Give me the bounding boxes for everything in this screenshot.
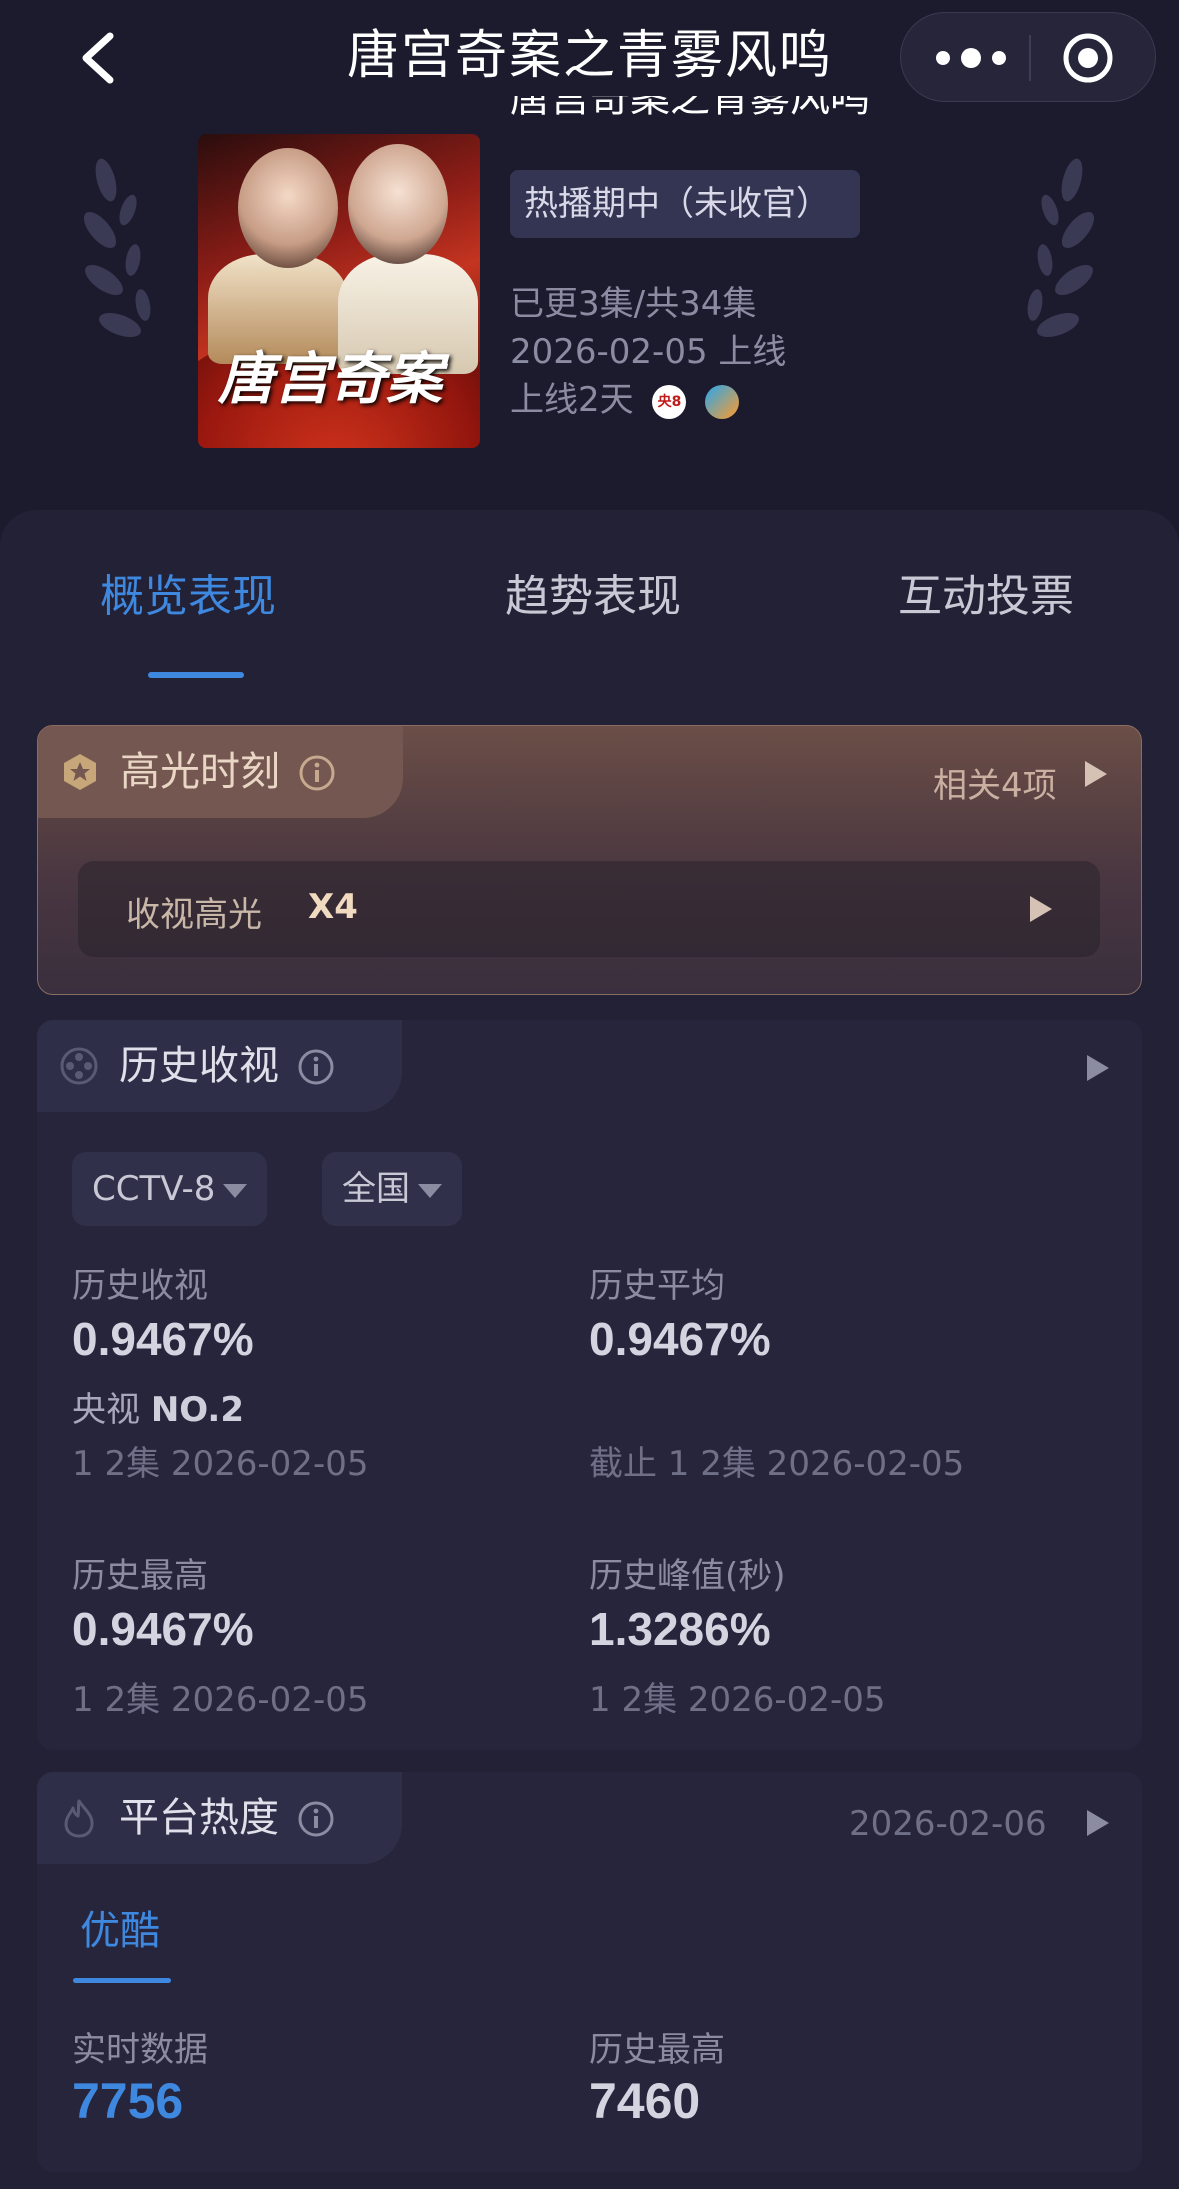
stat-sub: 截止 1 2集 2026-02-05 (589, 1444, 965, 1484)
flame-icon (64, 1799, 94, 1838)
poster-face-right (348, 144, 448, 264)
episode-count: 已更3集/共34集 (510, 284, 757, 324)
star-badge-icon (64, 754, 96, 790)
stat-value: 0.9467% (72, 1603, 254, 1655)
more-dots-icon[interactable] (931, 43, 1011, 73)
stat-value: 0.9467% (72, 1313, 254, 1365)
show-title: 唐宫奇案之青雾风鸣 (510, 96, 870, 121)
info-icon[interactable] (298, 754, 336, 792)
stat-sub: 1 2集 2026-02-05 (72, 1680, 369, 1720)
stat-label: 历史峰值(秒) (589, 1556, 786, 1596)
history-rating-card: 历史收视 CCTV-8 全国 历史收视 0.9467% 央视 NO.2 1 2集… (37, 1020, 1142, 1750)
target-icon[interactable] (1061, 31, 1115, 85)
highlight-item-count: X4 (308, 887, 358, 927)
highlight-related-link[interactable]: 相关4项 (933, 758, 1057, 807)
poster-title: 唐宫奇案 (218, 346, 442, 412)
play-arrow-icon (1030, 896, 1052, 922)
youku-icon (705, 384, 740, 419)
show-poster[interactable]: 唐宫奇案 (198, 134, 480, 448)
mini-program-capsule (900, 12, 1156, 102)
laurel-right-icon (1027, 158, 1095, 338)
channel-select[interactable]: CCTV-8 (72, 1152, 268, 1226)
stat-label: 实时数据 (72, 2030, 208, 2070)
region-select-value: 全国 (342, 1169, 410, 1209)
tab-active-indicator (148, 672, 244, 678)
history-title: 历史收视 (119, 1043, 279, 1089)
poster-face-left (238, 148, 338, 268)
back-button[interactable] (72, 28, 128, 88)
highlight-card-header: 高光时刻 (38, 726, 403, 818)
film-reel-icon (60, 1047, 98, 1085)
capsule-divider (1029, 35, 1031, 81)
tab-youku[interactable]: 优酷 (80, 1898, 160, 1956)
channel-select-value: CCTV-8 (92, 1169, 216, 1209)
stat-label: 历史收视 (72, 1266, 208, 1306)
stat-value: 1.3286% (589, 1603, 771, 1655)
stat-label: 历史平均 (589, 1266, 725, 1306)
info-icon[interactable] (297, 1800, 335, 1838)
cctv8-icon: 央8 (652, 384, 687, 419)
play-arrow-icon[interactable] (1085, 761, 1107, 787)
history-card-header: 历史收视 (37, 1020, 402, 1112)
region-select[interactable]: 全国 (322, 1152, 462, 1226)
highest-value: 7460 (589, 2073, 701, 2129)
platform-heat-card: 平台热度 2026-02-06 优酷 实时数据 7756 历史最高 7460 (37, 1772, 1142, 2172)
platform-title: 平台热度 (119, 1795, 279, 1841)
laurel-left-icon (83, 158, 151, 338)
tab-trend[interactable]: 趋势表现 (505, 560, 681, 624)
status-badge: 热播期中（未收官） (510, 170, 860, 238)
highlight-card: 高光时刻 相关4项 收视高光 X4 (37, 725, 1142, 995)
play-arrow-icon[interactable] (1087, 1055, 1109, 1081)
play-arrow-icon[interactable] (1087, 1810, 1109, 1836)
page-title: 唐宫奇案之青雾风鸣 (346, 26, 833, 86)
stat-value: 0.9467% (589, 1313, 771, 1365)
highlight-item-label: 收视高光 (126, 895, 262, 935)
days-online-row: 上线2天 央8 (510, 372, 740, 421)
days-online: 上线2天 (510, 380, 634, 420)
stat-label: 历史最高 (72, 1556, 208, 1596)
stat-sub: 1 2集 2026-02-05 (72, 1444, 369, 1484)
tab-overview[interactable]: 概览表现 (100, 560, 276, 624)
dropdown-arrow-icon (223, 1183, 248, 1198)
stat-label: 历史最高 (589, 2030, 725, 2070)
highlight-item-row[interactable]: 收视高光 X4 (78, 861, 1100, 957)
info-icon[interactable] (297, 1048, 335, 1086)
stat-rank: 央视 NO.2 (72, 1390, 244, 1430)
realtime-value: 7756 (72, 2073, 184, 2129)
platform-date: 2026-02-06 (849, 1804, 1047, 1844)
chevron-left-icon (82, 32, 114, 84)
sub-tab-indicator (73, 1978, 171, 1983)
highlight-title: 高光时刻 (120, 749, 280, 795)
tab-vote[interactable]: 互动投票 (898, 560, 1074, 624)
platform-card-header: 平台热度 (37, 1772, 402, 1864)
premiere-date: 2026-02-05 上线 (510, 332, 787, 372)
stat-sub: 1 2集 2026-02-05 (589, 1680, 886, 1720)
dropdown-arrow-icon (418, 1183, 442, 1198)
